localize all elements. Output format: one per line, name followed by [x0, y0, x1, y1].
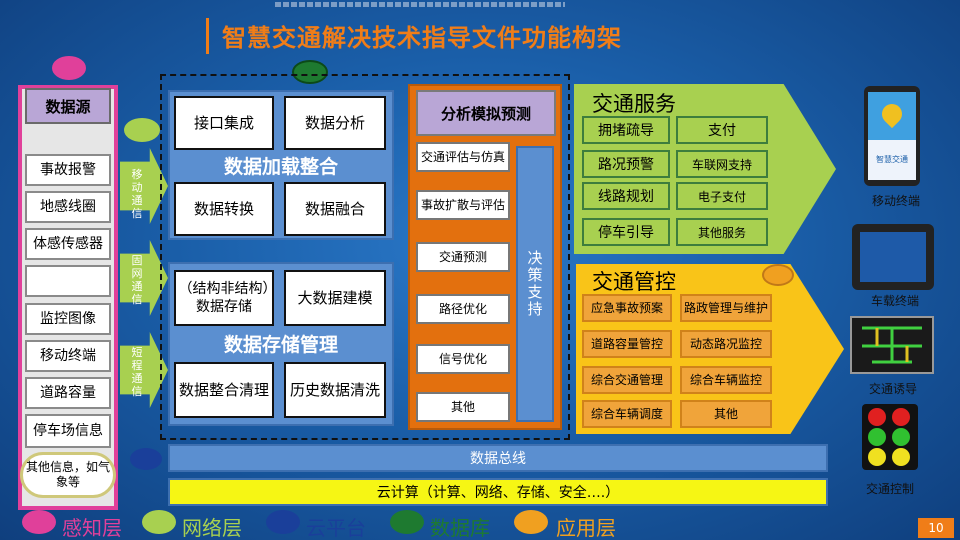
- source-item-mobile: 移动终端: [25, 340, 111, 372]
- source-item-accident: 事故报警: [25, 154, 111, 186]
- analysis-item-traffic-forecast: 交通预测: [416, 242, 510, 272]
- network-layer-marker: [124, 118, 160, 142]
- source-item-road-capacity: 道路容量: [25, 377, 111, 409]
- control-road-maintenance: 路政管理与维护: [680, 294, 772, 322]
- source-item-cctv: 监控图像: [25, 303, 111, 335]
- service-e-payment: 电子支付: [676, 182, 768, 210]
- analysis-item-signal-optimization: 信号优化: [416, 344, 510, 374]
- legend-marker-database: [390, 510, 424, 534]
- service-payment: 支付: [676, 116, 768, 144]
- legend-marker-application: [514, 510, 548, 534]
- data-load-title: 数据加载整合: [223, 156, 338, 178]
- source-item-parking: 停车场信息: [25, 414, 111, 448]
- network-label-mobile: 移动通信: [131, 168, 143, 220]
- control-emergency-plan: 应急事故预案: [582, 294, 672, 322]
- device-label-vehicle: 车载终端: [870, 294, 919, 308]
- box-data-fusion: 数据融合: [284, 182, 386, 236]
- analysis-header: 分析模拟预测: [416, 90, 556, 136]
- page-number: 10: [918, 518, 954, 538]
- device-label-guidance: 交通诱导: [868, 382, 917, 396]
- control-dynamic-monitoring: 动态路况监控: [680, 330, 772, 358]
- data-source-header: 数据源: [25, 88, 111, 124]
- legend-label-network: 网络层: [182, 516, 242, 540]
- title-accent-bar: [206, 18, 209, 54]
- perception-layer-marker: [52, 56, 86, 80]
- network-label-short: 短程通信: [131, 346, 143, 398]
- box-bigdata-modeling: 大数据建模: [284, 270, 386, 326]
- analysis-item-accident-diffusion: 事故扩散与评估: [416, 190, 510, 220]
- header-decoration: [275, 2, 565, 7]
- control-integrated-management: 综合交通管理: [582, 366, 672, 394]
- source-item-loop: 地感线圈: [25, 191, 111, 223]
- service-other: 其他服务: [676, 218, 768, 246]
- box-data-cleanup: 数据整合清理: [174, 362, 274, 418]
- application-layer-marker: [762, 264, 794, 286]
- device-label-control: 交通控制: [865, 482, 914, 496]
- box-data-storage: （结构非结构）数据存储: [174, 270, 274, 326]
- traffic-control-title: 交通管控: [592, 270, 676, 294]
- vehicle-terminal-icon: [852, 224, 934, 290]
- box-history-cleaning: 历史数据清洗: [284, 362, 386, 418]
- decision-support: 决策支持: [516, 146, 554, 422]
- network-label-fixed: 固网通信: [131, 254, 143, 306]
- legend-marker-perception: [22, 510, 56, 534]
- legend-label-application: 应用层: [556, 516, 616, 540]
- phone-app-name: 智慧交通: [876, 155, 908, 164]
- control-other: 其他: [680, 400, 772, 428]
- service-route-planning: 线路规划: [582, 182, 670, 210]
- cloud-computing-bar: 云计算（计算、网络、存储、安全….）: [168, 478, 828, 506]
- box-data-conversion: 数据转换: [174, 182, 274, 236]
- guidance-screen-icon: [850, 316, 934, 374]
- control-vehicle-dispatch: 综合车辆调度: [582, 400, 672, 428]
- service-congestion: 拥堵疏导: [582, 116, 670, 144]
- phone-icon: 智慧交通: [864, 86, 920, 186]
- page-title: 智慧交通解决技术指导文件功能构架: [222, 24, 622, 52]
- analysis-item-route-optimization: 路径优化: [416, 294, 510, 324]
- legend-marker-cloud: [266, 510, 300, 534]
- legend-label-cloud: 云平台: [306, 516, 366, 540]
- data-storage-title: 数据存储管理: [223, 334, 338, 356]
- control-vehicle-monitoring: 综合车辆监控: [680, 366, 772, 394]
- legend-label-perception: 感知层: [62, 516, 122, 540]
- box-data-analysis: 数据分析: [284, 96, 386, 150]
- traffic-service-title: 交通服务: [592, 92, 676, 116]
- cloud-platform-marker: [130, 448, 162, 470]
- other-info-cloud: 其他信息，如气象等: [20, 452, 116, 498]
- legend-label-database: 数据库: [430, 516, 490, 540]
- data-bus: 数据总线: [168, 444, 828, 472]
- analysis-item-simulation: 交通评估与仿真: [416, 142, 510, 172]
- service-road-warning: 路况预警: [582, 150, 670, 178]
- analysis-item-other: 其他: [416, 392, 510, 422]
- legend-marker-network: [142, 510, 176, 534]
- service-iov-support: 车联网支持: [676, 150, 768, 178]
- box-interface-integration: 接口集成: [174, 96, 274, 150]
- traffic-light-icon: [862, 404, 918, 470]
- control-road-capacity: 道路容量管控: [582, 330, 672, 358]
- service-parking-guide: 停车引导: [582, 218, 670, 246]
- device-label-mobile: 移动终端: [871, 194, 920, 208]
- source-item-blank: [25, 265, 111, 297]
- source-item-sensor: 体感传感器: [25, 228, 111, 260]
